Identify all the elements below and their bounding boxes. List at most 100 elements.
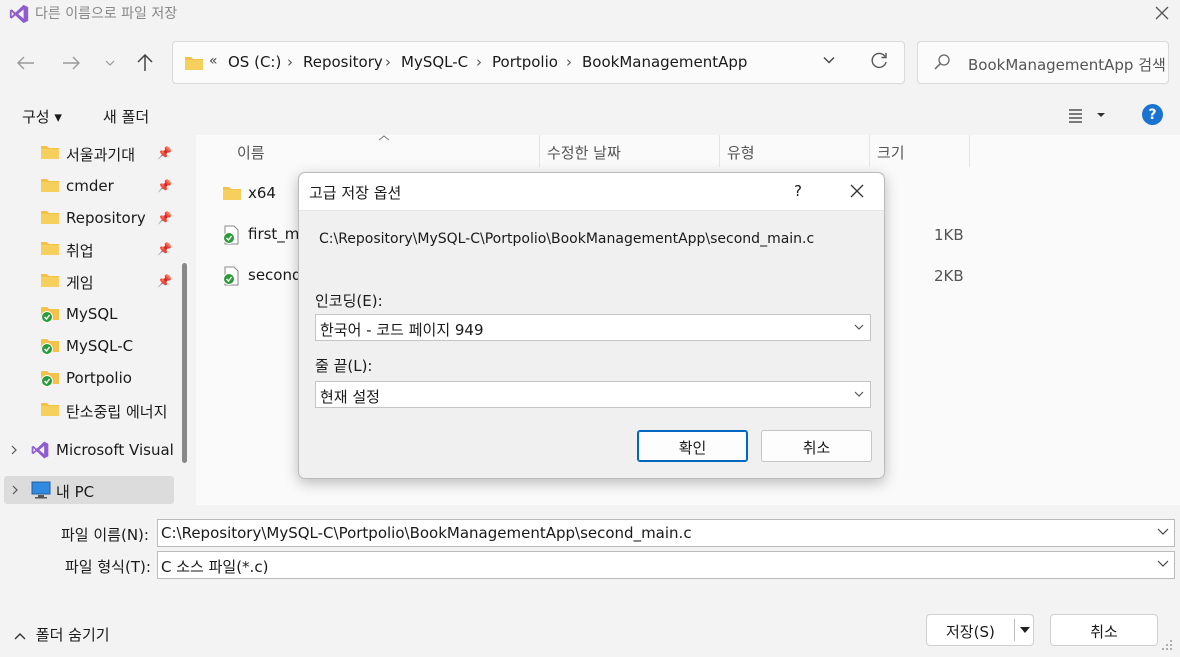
chevron-up-icon xyxy=(14,632,26,639)
dialog-cancel-button[interactable]: 취소 xyxy=(761,430,872,462)
breadcrumb-mysql-c[interactable]: MySQL-C xyxy=(401,53,468,71)
nav-item-carbon-neutral-energy[interactable]: 탄소중립 에너지 xyxy=(0,395,175,425)
nav-item-microsoft-visual-studio[interactable]: Microsoft Visual S xyxy=(0,435,175,465)
nav-item-label: Repository xyxy=(66,209,146,227)
file-row[interactable]: x64 xyxy=(218,178,298,210)
filename-value: C:\Repository\MySQL-C\Portpolio\BookMana… xyxy=(161,524,692,542)
nav-scrollbar[interactable] xyxy=(182,263,187,463)
ok-button[interactable]: 확인 xyxy=(637,430,748,462)
line-ending-label: 줄 끝(L): xyxy=(315,357,373,375)
breadcrumb-overflow[interactable]: « xyxy=(209,53,218,69)
breadcrumb-separator[interactable]: › xyxy=(385,53,391,71)
filename-input[interactable]: C:\Repository\MySQL-C\Portpolio\BookMana… xyxy=(157,519,1175,547)
expand-chevron-icon[interactable] xyxy=(11,485,19,495)
encoding-select[interactable]: 한국어 - 코드 페이지 949 xyxy=(315,314,871,341)
column-header-size[interactable]: 크기 xyxy=(877,142,905,163)
visual-studio-logo-icon xyxy=(31,441,49,459)
resize-grip-icon[interactable] xyxy=(1160,638,1174,652)
pin-icon: 📌 xyxy=(157,146,172,160)
synced-folder-icon xyxy=(41,307,59,323)
nav-item-mysql-c[interactable]: MySQL-C xyxy=(0,331,172,361)
cancel-button[interactable]: 취소 xyxy=(1050,614,1158,646)
up-arrow-icon[interactable] xyxy=(130,48,160,78)
filetype-select[interactable]: C 소스 파일(*.c) xyxy=(157,551,1175,579)
window-title: 다른 이름으로 파일 저장 xyxy=(35,6,178,22)
split-divider xyxy=(1014,619,1015,641)
column-divider[interactable] xyxy=(869,135,870,167)
line-ending-select[interactable]: 현재 설정 xyxy=(315,381,871,408)
breadcrumb-repository[interactable]: Repository xyxy=(303,53,383,71)
nav-item-mysql[interactable]: MySQL xyxy=(0,299,172,329)
forward-arrow-icon[interactable] xyxy=(56,48,86,78)
close-icon[interactable] xyxy=(1148,0,1176,26)
breadcrumb-separator[interactable]: › xyxy=(287,53,293,71)
nav-item-label: 서울과기대 xyxy=(66,146,136,164)
organize-menu-button[interactable]: 구성 ▾ xyxy=(22,106,62,127)
nav-item-seoultech[interactable]: 서울과기대 📌 xyxy=(0,138,172,168)
encoding-label: 인코딩(E): xyxy=(315,292,383,310)
pin-icon: 📌 xyxy=(157,242,172,256)
advanced-save-options-dialog: 고급 저장 옵션 ? C:\Repository\MySQL-C\Portpol… xyxy=(298,172,885,479)
nav-item-this-pc[interactable]: 내 PC xyxy=(4,476,174,504)
column-divider[interactable] xyxy=(719,135,720,167)
close-icon[interactable] xyxy=(847,181,867,201)
nav-item-repository[interactable]: Repository 📌 xyxy=(0,203,172,233)
chevron-down-icon xyxy=(854,391,864,397)
breadcrumb-portpolio[interactable]: Portpolio xyxy=(492,53,558,71)
synced-folder-icon xyxy=(41,339,59,355)
folder-icon xyxy=(41,274,59,287)
nav-item-label: 취업 xyxy=(66,242,94,260)
folder-icon xyxy=(41,146,59,159)
search-icon xyxy=(933,53,951,75)
folder-icon xyxy=(41,211,59,224)
split-dropdown-icon[interactable] xyxy=(1019,626,1031,634)
chevron-down-icon[interactable] xyxy=(1156,556,1170,570)
back-arrow-icon[interactable] xyxy=(11,48,41,78)
nav-item-label: Microsoft Visual S xyxy=(56,441,175,459)
c-source-file-icon xyxy=(223,225,239,245)
search-placeholder: BookManagementApp 검색 xyxy=(968,56,1166,74)
nav-item-games[interactable]: 게임 📌 xyxy=(0,266,172,296)
view-options-icon[interactable] xyxy=(1066,104,1110,130)
file-row[interactable]: second_ xyxy=(218,260,309,292)
nav-item-label: 탄소중립 에너지 xyxy=(66,403,168,421)
filetype-value: C 소스 파일(*.c) xyxy=(161,558,269,576)
expand-chevron-icon[interactable] xyxy=(10,445,18,455)
nav-item-portpolio[interactable]: Portpolio xyxy=(0,363,172,393)
breadcrumb-bookmanagementapp[interactable]: BookManagementApp xyxy=(582,53,747,71)
folder-icon xyxy=(41,179,59,192)
nav-item-label: cmder xyxy=(66,177,114,195)
breadcrumb-separator[interactable]: › xyxy=(476,53,482,71)
dialog-cancel-button-label: 취소 xyxy=(802,439,831,457)
dialog-help-button[interactable]: ? xyxy=(794,182,802,200)
chevron-down-icon[interactable] xyxy=(822,53,836,71)
file-size: 2KB xyxy=(934,267,964,285)
visual-studio-logo-icon xyxy=(9,4,29,24)
computer-icon xyxy=(31,481,51,499)
chevron-down-icon xyxy=(854,324,864,330)
hide-folders-button[interactable]: 폴더 숨기기 xyxy=(14,624,110,645)
ok-button-label: 확인 xyxy=(678,439,707,457)
nav-item-label: 내 PC xyxy=(56,483,95,501)
chevron-down-icon[interactable] xyxy=(1156,524,1170,538)
folder-icon xyxy=(41,242,59,255)
column-header-type[interactable]: 유형 xyxy=(727,142,755,163)
sort-indicator-icon xyxy=(378,135,390,141)
new-folder-button[interactable]: 새 폴더 xyxy=(103,106,149,127)
recent-locations-chevron-icon[interactable] xyxy=(95,48,125,78)
pin-icon: 📌 xyxy=(157,211,172,225)
breadcrumb-separator[interactable]: › xyxy=(566,53,572,71)
line-ending-value: 현재 설정 xyxy=(320,388,380,406)
help-icon[interactable]: ? xyxy=(1142,104,1163,125)
file-name: x64 xyxy=(248,184,276,202)
refresh-icon[interactable] xyxy=(868,50,890,76)
nav-item-employment[interactable]: 취업 📌 xyxy=(0,234,172,264)
save-button[interactable]: 저장(S) xyxy=(926,614,1034,646)
column-divider[interactable] xyxy=(539,135,540,167)
column-header-modified[interactable]: 수정한 날짜 xyxy=(547,142,621,163)
column-header-name[interactable]: 이름 xyxy=(237,142,265,163)
column-divider[interactable] xyxy=(969,135,970,167)
nav-item-cmder[interactable]: cmder 📌 xyxy=(0,171,172,201)
file-row[interactable]: first_ma xyxy=(218,219,309,251)
breadcrumb-os-c[interactable]: OS (C:) xyxy=(228,53,281,71)
